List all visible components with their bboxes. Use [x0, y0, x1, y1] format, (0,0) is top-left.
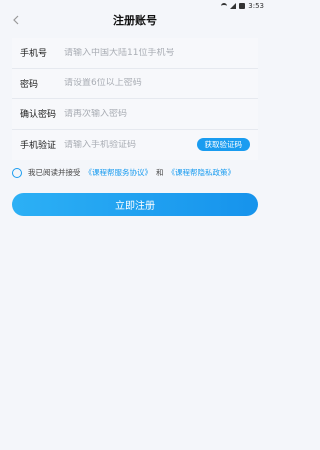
confirm-password-row: 确认密码 — [12, 99, 258, 130]
register-button[interactable]: 立即注册 — [12, 193, 258, 216]
register-form: 手机号 密码 确认密码 手机验证 获取验证码 — [12, 38, 258, 160]
password-label: 密码 — [20, 79, 39, 90]
status-bar: 3:53 — [0, 0, 270, 12]
phone-row: 手机号 — [12, 38, 258, 69]
phone-input[interactable] — [64, 47, 250, 58]
service-agreement-link[interactable]: 《课程帮服务协议》 — [85, 167, 153, 178]
verify-code-row: 手机验证 获取验证码 — [12, 129, 258, 160]
agreement-row: 我已阅读并接受 《课程帮服务协议》 和 《课程帮隐私政策》 — [12, 167, 262, 178]
phone-label: 手机号 — [20, 49, 48, 60]
nav-bar: 注册账号 — [0, 12, 270, 28]
agreement-and-text: 和 — [156, 168, 164, 177]
get-code-button[interactable]: 获取验证码 — [196, 138, 250, 152]
confirm-password-input[interactable] — [64, 108, 250, 119]
signal-icon — [230, 3, 237, 9]
confirm-password-label: 确认密码 — [20, 110, 57, 121]
agreement-text: 我已阅读并接受 — [28, 168, 81, 177]
verify-code-input[interactable] — [64, 139, 197, 150]
page-title: 注册账号 — [113, 14, 157, 27]
chevron-left-icon[interactable] — [10, 14, 22, 26]
verify-code-label: 手机验证 — [20, 141, 57, 152]
wifi-icon — [221, 3, 228, 9]
password-row: 密码 — [12, 68, 258, 99]
password-input[interactable] — [64, 78, 250, 89]
agreement-checkbox[interactable] — [12, 167, 22, 178]
status-time: 3:53 — [248, 2, 264, 10]
battery-icon — [239, 3, 246, 9]
privacy-policy-link[interactable]: 《课程帮隐私政策》 — [168, 167, 236, 178]
